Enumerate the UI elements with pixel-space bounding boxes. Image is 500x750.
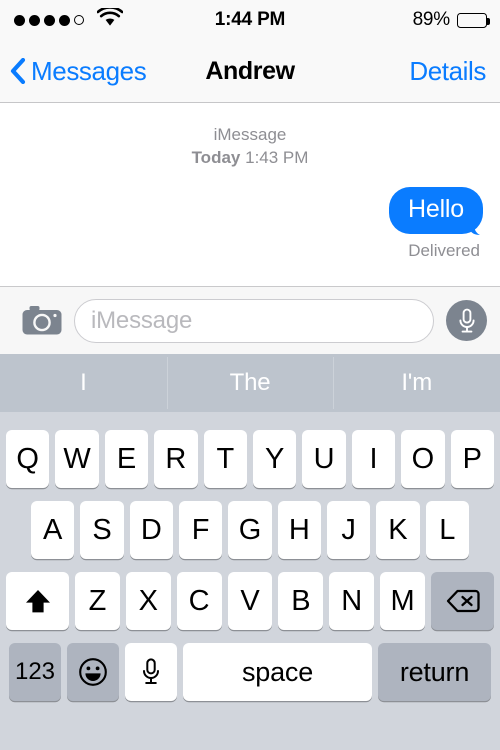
backspace-key[interactable] xyxy=(431,572,495,630)
message-input-field[interactable]: iMessage xyxy=(74,298,434,343)
key-b[interactable]: B xyxy=(278,572,324,630)
key-i[interactable]: I xyxy=(351,430,396,488)
prediction-candidate-2[interactable]: The xyxy=(166,354,334,412)
message-bubble-outgoing[interactable]: Hello xyxy=(389,186,483,235)
key-v[interactable]: V xyxy=(227,572,273,630)
message-input-bar: iMessage xyxy=(0,286,500,354)
key-q[interactable]: Q xyxy=(5,430,50,488)
back-button-label: Messages xyxy=(31,55,147,86)
imessage-conversation-screen: 1:44 PM 89% Messages Andrew Details iMes… xyxy=(0,0,500,750)
battery-percent-label: 89% xyxy=(412,9,451,30)
key-k[interactable]: K xyxy=(376,501,420,559)
thread-time-label: 1:43 PM xyxy=(245,147,309,167)
message-text: Hello xyxy=(408,194,464,223)
keyboard-row-2: A S D F G H J K L xyxy=(0,501,500,559)
space-key[interactable]: space xyxy=(183,643,372,701)
back-to-messages-button[interactable]: Messages xyxy=(10,40,147,102)
thread-day-label: Today xyxy=(191,147,241,167)
dictation-key[interactable] xyxy=(125,643,177,701)
keyboard-row-1: Q W E R T Y U I O P xyxy=(0,430,500,488)
key-n[interactable]: N xyxy=(329,572,375,630)
camera-icon[interactable] xyxy=(21,304,63,338)
key-y[interactable]: Y xyxy=(253,430,297,488)
return-key[interactable]: return xyxy=(378,643,491,701)
shift-up-arrow-icon xyxy=(24,588,52,615)
key-t[interactable]: T xyxy=(203,430,247,488)
thread-date-time: Today 1:43 PM xyxy=(0,147,500,170)
key-j[interactable]: J xyxy=(326,501,371,559)
key-z[interactable]: Z xyxy=(75,572,120,630)
shift-key[interactable] xyxy=(6,572,69,630)
key-c[interactable]: C xyxy=(176,572,222,630)
status-bar: 1:44 PM 89% xyxy=(0,0,500,40)
microphone-icon xyxy=(458,308,475,333)
message-input-placeholder: iMessage xyxy=(91,306,193,334)
key-g[interactable]: G xyxy=(228,501,272,559)
voice-message-button[interactable] xyxy=(446,300,487,341)
key-m[interactable]: M xyxy=(380,572,426,630)
microphone-icon xyxy=(141,658,161,686)
key-h[interactable]: H xyxy=(277,501,321,559)
key-u[interactable]: U xyxy=(302,430,346,488)
battery-icon xyxy=(457,12,490,28)
prediction-candidate-3[interactable]: I'm xyxy=(333,354,500,412)
key-o[interactable]: O xyxy=(401,430,445,488)
key-s[interactable]: S xyxy=(80,501,124,559)
predictive-text-bar: I The I'm xyxy=(0,354,500,412)
emoji-smiley-icon xyxy=(78,657,108,687)
key-a[interactable]: A xyxy=(31,501,75,559)
prediction-candidate-1[interactable]: I xyxy=(0,354,167,412)
message-thread[interactable]: iMessage Today 1:43 PM Hello Delivered xyxy=(0,103,500,286)
backspace-delete-icon xyxy=(446,589,480,613)
keyboard-row-3: Z X C V B N M xyxy=(0,572,500,630)
battery-nub xyxy=(487,17,490,25)
numeric-keyboard-key[interactable]: 123 xyxy=(9,643,61,701)
key-l[interactable]: L xyxy=(425,501,469,559)
status-bar-right: 89% xyxy=(412,0,490,40)
key-p[interactable]: P xyxy=(450,430,495,488)
bubble-tail xyxy=(467,214,489,235)
details-button[interactable]: Details xyxy=(409,40,486,102)
key-f[interactable]: F xyxy=(179,501,223,559)
message-row-outgoing: Hello xyxy=(0,186,500,235)
service-label: iMessage xyxy=(213,125,287,144)
emoji-key[interactable] xyxy=(67,643,119,701)
key-w[interactable]: W xyxy=(55,430,99,488)
onscreen-keyboard: Q W E R T Y U I O P A S D F G H J K L Z … xyxy=(0,412,500,750)
key-d[interactable]: D xyxy=(129,501,173,559)
navigation-bar: Messages Andrew Details xyxy=(0,40,500,103)
key-e[interactable]: E xyxy=(104,430,149,488)
thread-timestamp-header: iMessage Today 1:43 PM xyxy=(0,124,500,170)
chevron-left-icon xyxy=(10,57,26,85)
keyboard-row-4: 123 space return xyxy=(0,643,500,701)
key-x[interactable]: X xyxy=(125,572,171,630)
message-status-badge: Delivered xyxy=(408,240,480,260)
key-r[interactable]: R xyxy=(154,430,198,488)
